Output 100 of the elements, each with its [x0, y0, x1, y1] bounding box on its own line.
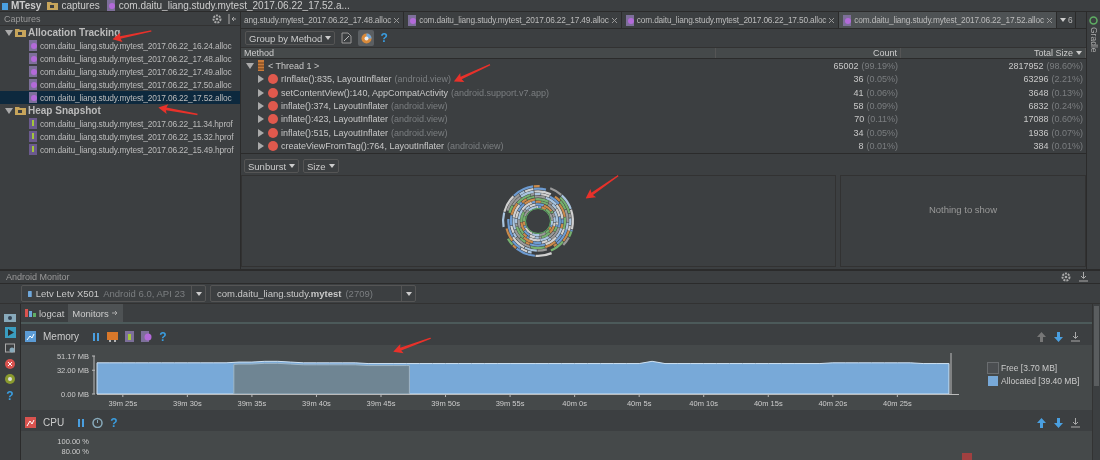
chart-type-dropdown[interactable]: Sunburst [244, 159, 300, 173]
count-value: 34 [853, 127, 864, 138]
count-percent: (0.05%) [866, 74, 898, 85]
size-value: 63296 [1023, 74, 1049, 85]
down-arrow-icon [1054, 331, 1063, 342]
legend-label: Allocated [39.40 MB] [1001, 376, 1080, 386]
caret-icon [405, 291, 412, 296]
help-button[interactable]: ? [110, 415, 118, 430]
file-icon [842, 14, 853, 26]
help-button[interactable]: ? [159, 329, 167, 344]
y-axis [91, 355, 96, 395]
capture-file[interactable]: com.daitu_liang.study.mytest_2017.06.22_16.24.alloc [0, 39, 240, 52]
help-button[interactable]: ? [6, 389, 14, 403]
method-name: inflate():515, LayoutInflater [281, 127, 389, 138]
process-dropdown[interactable]: com.daitu_liang.study.mytest (2709) [210, 285, 416, 302]
capture-file[interactable]: com.daitu_liang.study.mytest_2017.06.22_17.48.alloc [0, 52, 240, 65]
expanded-arrow-icon [5, 106, 13, 115]
module-icon [2, 1, 8, 10]
breadcrumb-item[interactable]: com.daitu_liang.study.mytest_2017.06.22_17.52.a... [105, 0, 350, 11]
expanded-arrow-icon [5, 28, 13, 37]
method-name: createViewFromTag():764, LayoutInflater [281, 141, 444, 152]
close-icon [1045, 16, 1053, 24]
help-button[interactable]: ? [380, 31, 388, 45]
column-header[interactable]: Count [716, 48, 901, 58]
package-name: (android.view) [391, 114, 448, 125]
size-percent: (98.60%) [1046, 60, 1083, 71]
down-arrow-icon [1054, 417, 1063, 428]
caret-icon [328, 164, 335, 168]
timer-icon [92, 417, 104, 428]
monitor-tab[interactable]: logcat [21, 304, 69, 322]
size-percent: (2.21%) [1051, 74, 1083, 85]
pause-icon [77, 417, 86, 428]
download-icon [1079, 272, 1088, 282]
size-value: 2817952 [1008, 60, 1044, 71]
group-by-dropdown[interactable]: Group by Method [245, 31, 336, 45]
count-value: 70 [854, 114, 865, 125]
size-value: 384 [1033, 141, 1049, 152]
size-value: 1936 [1028, 127, 1049, 138]
file-icon [105, 0, 116, 11]
play-icon [4, 327, 16, 338]
count-percent: (0.01%) [866, 141, 898, 152]
device-name: Letv Letv X501 [35, 288, 100, 299]
tree-group[interactable]: Heap Snapshot [0, 104, 240, 117]
method-icon [268, 127, 278, 138]
editor-tab[interactable]: com.daitu_liang.study.mytest_2017.06.22_17.52.alloc [839, 12, 1057, 28]
up-arrow-icon [1037, 331, 1046, 342]
edit-icon [341, 32, 353, 44]
capture-file[interactable]: com.daitu_liang.study.mytest_2017.06.22_17.49.alloc [0, 65, 240, 78]
package-name: (android.view) [391, 127, 448, 138]
file-icon [28, 144, 38, 155]
monitor-tab[interactable]: Monitors [68, 304, 123, 322]
metric-dropdown[interactable]: Size [303, 159, 339, 173]
close-icon [610, 16, 618, 24]
camera-icon [4, 312, 16, 322]
size-percent: (0.01%) [1051, 141, 1083, 152]
logcat-icon [25, 309, 36, 317]
file-icon [28, 79, 38, 90]
editor-tab[interactable]: ang.study.mytest_2017.06.22_17.48.alloc [241, 12, 405, 28]
capture-file[interactable]: com.daitu_liang.study.mytest_2017.06.22_11.34.hprof [0, 117, 240, 130]
caret-icon [289, 164, 296, 168]
file-icon [28, 40, 38, 51]
package-name: (android.support.v7.app) [450, 87, 549, 98]
method-icon [268, 74, 278, 85]
up-arrow-icon [1037, 417, 1046, 428]
capture-file[interactable]: com.daitu_liang.study.mytest_2017.06.22_17.50.alloc [0, 78, 240, 91]
capture-file[interactable]: com.daitu_liang.study.mytest_2017.06.22_15.49.hprof [0, 143, 240, 156]
legend-label: Free [3.70 MB] [1001, 363, 1058, 373]
memory-icon [25, 331, 36, 342]
panel-title: Android Monitor [6, 272, 70, 282]
method-icon [268, 87, 278, 98]
method-name: inflate():423, LayoutInflater [281, 114, 389, 125]
file-icon [28, 92, 38, 103]
stop-icon [5, 359, 15, 369]
truck-icon [107, 331, 119, 342]
pause-icon [92, 331, 101, 342]
folder-icon [15, 106, 26, 115]
method-name: rInflate():835, LayoutInflater [281, 74, 392, 85]
method-name: inflate():374, LayoutInflater [281, 100, 389, 111]
count-value: 41 [853, 87, 864, 98]
download-icon [1071, 417, 1080, 428]
collapse-icon [228, 13, 236, 24]
breadcrumb-item[interactable]: captures [47, 0, 100, 11]
caret-icon [195, 291, 202, 296]
count-percent: (0.05%) [866, 127, 898, 138]
phone-icon [28, 288, 32, 299]
process-name: com.daitu_liang.study.mytest [217, 288, 342, 299]
section-title: Memory [43, 331, 80, 342]
expanded-arrow-icon [246, 61, 254, 70]
capture-file[interactable]: com.daitu_liang.study.mytest_2017.06.22_15.32.hprof [0, 130, 240, 143]
column-header[interactable]: Total Size [901, 48, 1086, 58]
caret-icon [325, 36, 332, 40]
close-icon [393, 16, 401, 24]
breadcrumb-item[interactable]: MTesy [2, 0, 42, 11]
chart-toggle-button[interactable] [358, 30, 375, 46]
capture-file[interactable]: com.daitu_liang.study.mytest_2017.06.22_17.52.alloc [0, 91, 240, 104]
size-value: 17088 [1023, 114, 1049, 125]
dump-icon [125, 331, 135, 342]
count-value: 58 [853, 100, 864, 111]
column-header[interactable]: Method [241, 48, 716, 58]
side-tab[interactable]: Gradle [1088, 27, 1099, 53]
